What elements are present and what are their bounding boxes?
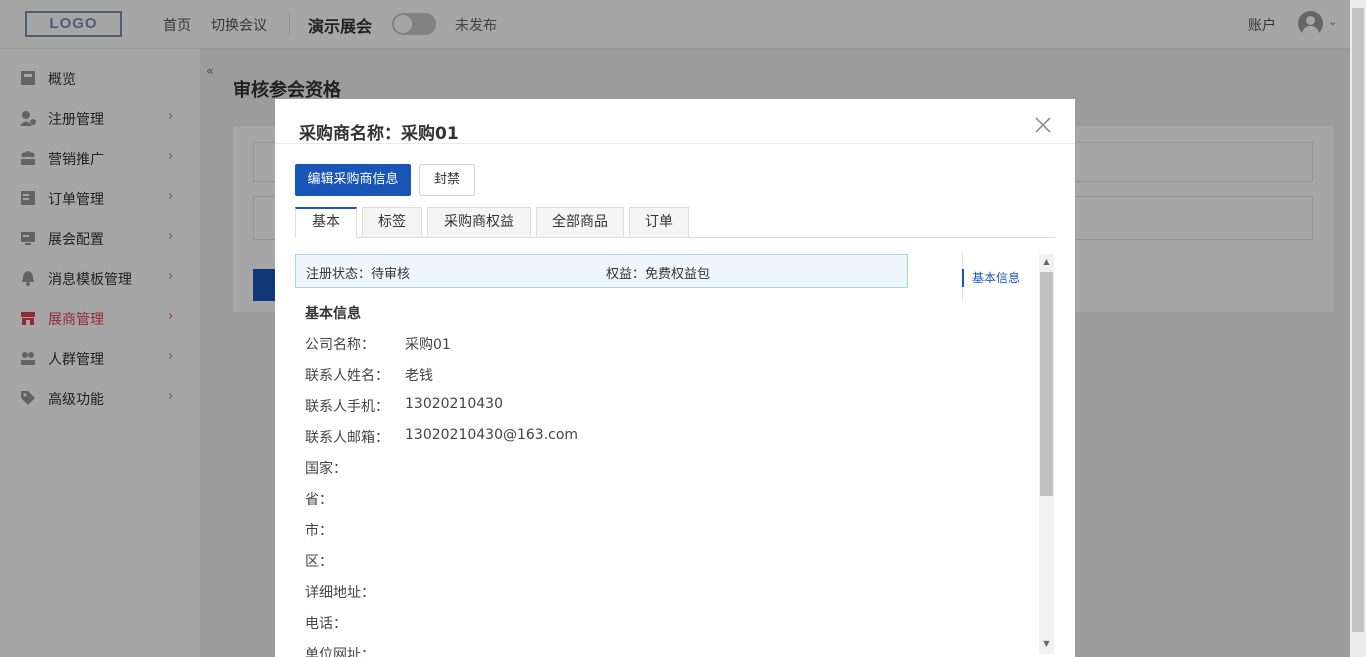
benefit-status: 权益：免费权益包 <box>606 267 711 282</box>
field-label-website: 单位网址： <box>305 647 375 657</box>
modal-title: 采购商名称：采购01 <box>299 124 459 144</box>
tab-basic[interactable]: 基本 <box>295 207 357 238</box>
field-value-company: 采购01 <box>405 337 451 353</box>
field-value-contact-email: 13020210430@163.com <box>405 427 579 443</box>
field-label-address: 详细地址： <box>305 585 375 601</box>
tab-buyer-benefits[interactable]: 采购商权益 <box>427 207 531 238</box>
registration-status: 注册状态：待审核 <box>306 267 411 282</box>
field-label-province: 省： <box>305 492 333 508</box>
field-label-contact-email: 联系人邮箱： <box>305 430 389 446</box>
scroll-down-icon[interactable]: ▼ <box>1039 636 1054 652</box>
edit-buyer-button[interactable]: 编辑采购商信息 <box>295 164 411 196</box>
field-value-contact-phone: 13020210430 <box>405 396 503 412</box>
anchor-active-mark <box>962 269 964 287</box>
field-label-telephone: 电话： <box>305 616 347 632</box>
field-value-contact-name: 老钱 <box>405 368 433 384</box>
field-label-company: 公司名称： <box>305 337 375 353</box>
field-label-city: 市： <box>305 523 333 539</box>
scroll-up-icon[interactable]: ▲ <box>1039 254 1054 270</box>
buyer-detail-modal: 采购商名称：采购01 编辑采购商信息 封禁 基本 标签 采购商权益 全部商品 订… <box>275 99 1075 657</box>
window-scrollbar-thumb[interactable] <box>1352 8 1364 632</box>
ban-button[interactable]: 封禁 <box>419 164 475 196</box>
field-label-contact-name: 联系人姓名： <box>305 368 389 384</box>
tab-all-products[interactable]: 全部商品 <box>536 207 624 238</box>
tab-tags[interactable]: 标签 <box>362 207 422 238</box>
anchor-link-basic-info[interactable]: 基本信息 <box>972 269 1020 286</box>
close-icon[interactable] <box>1033 115 1053 135</box>
field-label-country: 国家： <box>305 461 347 477</box>
field-label-contact-phone: 联系人手机： <box>305 399 389 415</box>
field-label-district: 区： <box>305 554 333 570</box>
section-title: 基本信息 <box>305 306 361 322</box>
modal-scrollbar-thumb[interactable] <box>1040 272 1053 496</box>
tab-orders[interactable]: 订单 <box>629 207 689 238</box>
divider <box>275 143 1075 144</box>
status-bar: 注册状态：待审核 权益：免费权益包 <box>295 254 908 288</box>
